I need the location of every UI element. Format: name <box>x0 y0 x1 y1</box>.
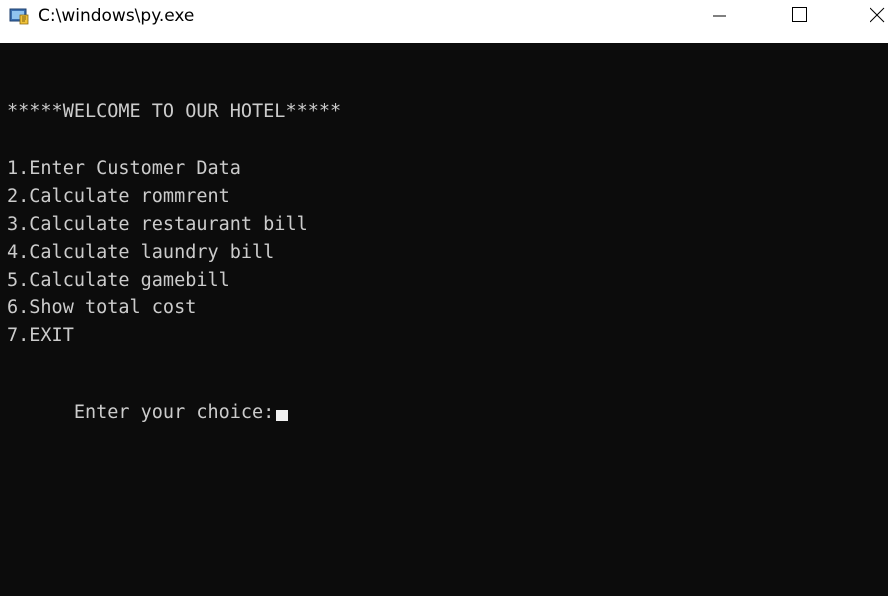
minimize-icon <box>713 15 726 17</box>
window-title: C:\windows\py.exe <box>38 6 195 26</box>
menu-item: 3.Calculate restaurant bill <box>7 214 308 235</box>
welcome-banner: *****WELCOME TO OUR HOTEL***** <box>7 101 342 122</box>
text-cursor <box>276 410 289 421</box>
menu-item: 1.Enter Customer Data <box>7 158 241 179</box>
close-icon <box>870 7 885 23</box>
python-app-icon[interactable] <box>9 7 29 25</box>
input-prompt-line[interactable]: Enter your choice: <box>7 380 289 423</box>
minimize-button[interactable] <box>689 0 749 36</box>
input-prompt: Enter your choice: <box>73 402 275 423</box>
maximize-button[interactable] <box>770 0 830 36</box>
menu-item: 6.Show total cost <box>7 297 197 318</box>
menu-item: 4.Calculate laundry bill <box>7 242 275 263</box>
console-window: C:\windows\py.exe *****WELCOME TO OUR HO… <box>0 0 888 596</box>
menu-item: 7.EXIT <box>7 325 74 346</box>
title-bar[interactable]: C:\windows\py.exe <box>0 0 888 43</box>
menu-item: 2.Calculate rommrent <box>7 186 230 207</box>
close-button[interactable] <box>846 0 888 36</box>
menu-item: 5.Calculate gamebill <box>7 270 230 291</box>
console-output[interactable]: *****WELCOME TO OUR HOTEL***** 1.Enter C… <box>0 43 888 596</box>
maximize-icon <box>792 7 807 22</box>
